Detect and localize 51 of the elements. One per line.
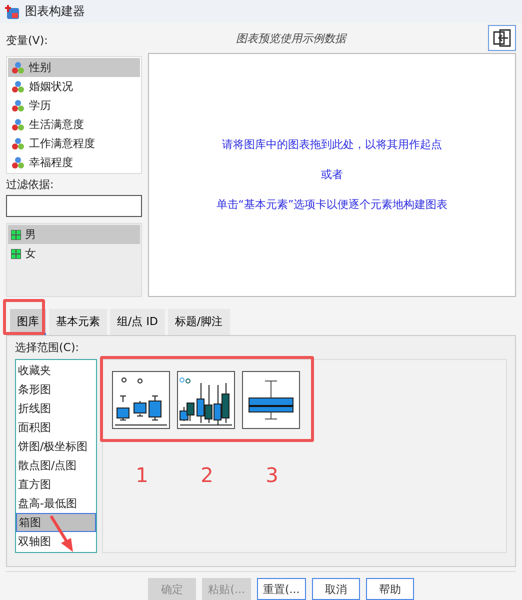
category-item[interactable]: 盘高-最低图 [16, 494, 96, 513]
annotation-number: 3 [264, 463, 280, 487]
window-title: 图表构建器 [25, 3, 85, 20]
variable-item[interactable]: 生活满意度 [8, 115, 140, 134]
category-item[interactable]: 双轴图 [16, 532, 96, 551]
tab[interactable]: 标题/脚注 [168, 309, 230, 335]
category-item[interactable]: 散点图/点图 [16, 456, 96, 475]
variable-item[interactable]: 学历 [8, 96, 140, 115]
or-text: 或者 [321, 167, 343, 183]
dialog-button[interactable]: 重置(... [257, 578, 306, 600]
app-icon [4, 4, 20, 20]
category-item[interactable]: 条形图 [16, 380, 96, 399]
range-label: 选择范围(C): [15, 341, 79, 354]
box-plot-thumbnail[interactable] [112, 371, 170, 429]
category-item[interactable]: 箱图 [16, 513, 96, 532]
nominal-icon [11, 60, 25, 74]
checkbox-grid-icon [11, 248, 21, 258]
tab[interactable]: 基本元素 [49, 309, 107, 335]
highlight-frame [3, 299, 45, 335]
box-plot-thumbnail[interactable] [177, 371, 235, 429]
tab[interactable]: 组/点 ID [110, 309, 165, 335]
category-item[interactable]: 面积图 [16, 418, 96, 437]
collapse-button[interactable] [488, 25, 516, 51]
category-item[interactable]: 收藏夹 [16, 361, 96, 380]
hint-text: 单击“基本元素”选项卡以便逐个元素地构建图表 [216, 197, 448, 213]
category-item[interactable]: 折线图 [16, 399, 96, 418]
nominal-icon [11, 118, 25, 132]
annotation-number: 1 [134, 463, 150, 487]
hint-text: 请将图库中的图表拖到此处，以将其用作起点 [222, 137, 442, 153]
filter-field[interactable] [6, 195, 142, 217]
nominal-icon [11, 80, 25, 94]
category-item[interactable]: 直方图 [16, 475, 96, 494]
value-item[interactable]: 男 [8, 225, 140, 244]
preview-caption: 图表预览使用示例数据 [236, 30, 346, 46]
dialog-button[interactable]: 帮助 [366, 578, 414, 600]
dialog-button[interactable]: 取消 [312, 578, 360, 600]
variable-item[interactable]: 工作满意程度 [8, 134, 140, 153]
value-item[interactable]: 女 [8, 244, 140, 263]
variable-item[interactable]: 性别 [8, 58, 140, 77]
panel-arrow-icon [493, 29, 511, 47]
box-plot-thumbnail[interactable] [242, 371, 300, 429]
variables-label: 变量(V): [6, 33, 49, 49]
annotation-number: 2 [200, 463, 214, 487]
nominal-icon [11, 98, 25, 112]
nominal-icon [11, 136, 25, 150]
checkbox-grid-icon [11, 230, 21, 240]
filter-label: 过滤依据: [6, 177, 55, 193]
variable-item[interactable]: 幸福程度 [8, 153, 140, 172]
nominal-icon [11, 156, 25, 170]
variable-item[interactable]: 婚姻状况 [8, 77, 140, 96]
category-item[interactable]: 饼图/极坐标图 [16, 437, 96, 456]
